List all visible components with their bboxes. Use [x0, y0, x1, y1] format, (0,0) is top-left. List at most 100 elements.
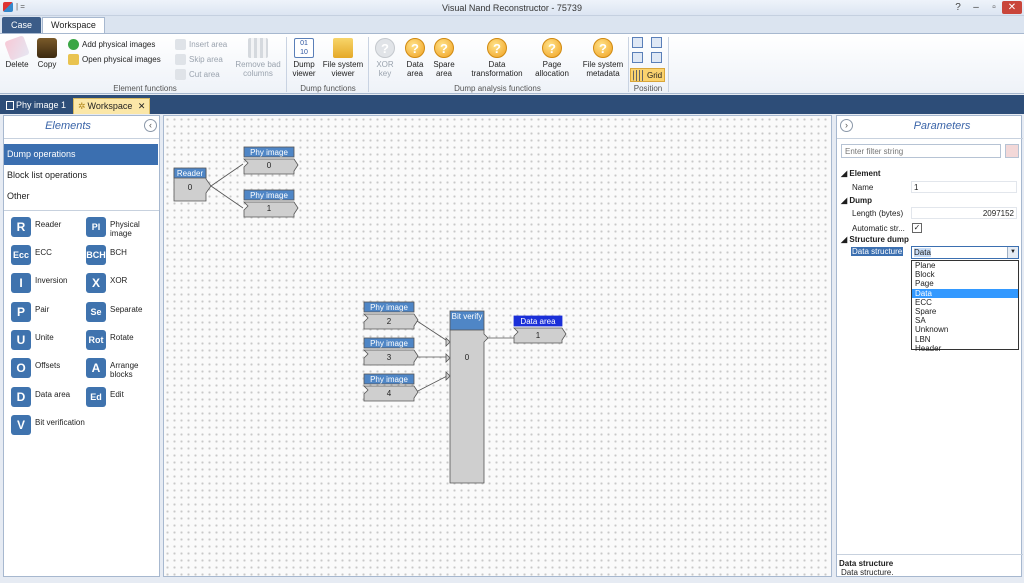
collapse-right-icon[interactable]: ›: [840, 119, 853, 132]
xor-key-button[interactable]: ? XOR key: [370, 38, 400, 78]
option-lbn[interactable]: LBN: [912, 335, 1018, 344]
description-text: Data structure.: [841, 568, 894, 577]
tab-phy-image-1[interactable]: Phy image 1: [2, 98, 70, 114]
section-structure-dump[interactable]: ◢ Structure dump: [841, 235, 909, 244]
pair-badge: P: [11, 302, 31, 322]
add-physical-images-button[interactable]: Add physical images: [68, 38, 155, 52]
cut-area-button[interactable]: Cut area: [175, 68, 220, 82]
phy-node-title: Phy image: [370, 303, 408, 312]
automatic-structure-checkbox[interactable]: ✓: [912, 223, 922, 233]
option-page[interactable]: Page: [912, 279, 1018, 288]
element-pair[interactable]: P Pair: [11, 302, 85, 328]
add-physical-label: Add physical images: [82, 40, 156, 49]
element-reader[interactable]: R Reader: [11, 217, 85, 243]
category-dump-operations[interactable]: Dump operations: [4, 144, 158, 165]
distribute-icon[interactable]: [651, 52, 662, 63]
minimize-button[interactable]: –: [966, 1, 986, 14]
option-plane[interactable]: Plane: [912, 261, 1018, 270]
skip-area-button[interactable]: Skip area: [175, 53, 223, 67]
option-spare[interactable]: Spare: [912, 307, 1018, 316]
data-structure-select[interactable]: Data ▼: [911, 246, 1019, 259]
tab-workspace-doc[interactable]: ✲ Workspace ✕: [73, 98, 151, 114]
insert-area-button[interactable]: Insert area: [175, 38, 227, 52]
separate-badge: Se: [86, 302, 106, 322]
option-block[interactable]: Block: [912, 270, 1018, 279]
close-button[interactable]: ✕: [1002, 1, 1022, 14]
question-icon: ?: [375, 38, 395, 58]
insert-area-label: Insert area: [189, 40, 228, 49]
data-area-button[interactable]: ? Data area: [400, 38, 430, 78]
element-inversion[interactable]: I Inversion: [11, 273, 85, 299]
node-bit-verify[interactable]: Bit verify 0: [445, 310, 489, 484]
option-ecc[interactable]: ECC: [912, 298, 1018, 307]
section-dump[interactable]: ◢ Dump: [841, 196, 872, 205]
element-data-area[interactable]: D Data area: [11, 387, 85, 413]
element-arrange-blocks[interactable]: A Arrange blocks: [86, 358, 160, 384]
node-data-area[interactable]: Data area 1: [513, 315, 567, 344]
element-bit-verification[interactable]: V Bit verification: [11, 415, 85, 441]
element-rotate[interactable]: Rot Rotate: [86, 330, 160, 356]
node-phy-image-4[interactable]: Phy image 4: [363, 373, 419, 402]
node-phy-image-3[interactable]: Phy image 3: [363, 337, 419, 366]
filter-input[interactable]: [841, 144, 1001, 158]
distribute-icon[interactable]: [632, 52, 643, 63]
collapse-left-icon[interactable]: ‹: [144, 119, 157, 132]
fs-metadata-button[interactable]: ? File system metadata: [580, 38, 626, 78]
section-element[interactable]: ◢ Element: [841, 169, 881, 178]
dump-viewer-button[interactable]: 01 10 Dump viewer: [289, 38, 319, 78]
option-unknown[interactable]: Unknown: [912, 325, 1018, 334]
ecc-badge: Ecc: [11, 245, 31, 265]
category-other[interactable]: Other: [4, 186, 158, 207]
element-ecc[interactable]: Ecc ECC: [11, 245, 85, 271]
data-transformation-button[interactable]: ? Data transformation: [466, 38, 528, 78]
copy-button[interactable]: Copy: [32, 38, 62, 69]
phy-node-title: Phy image: [370, 375, 408, 384]
align-icon[interactable]: [632, 37, 643, 48]
element-xor[interactable]: X XOR: [86, 273, 160, 299]
separate-label: Separate: [110, 305, 143, 314]
option-data[interactable]: Data: [912, 288, 1018, 298]
ribbon: Delete Copy Add physical images Open phy…: [0, 33, 1024, 94]
unite-badge: U: [11, 330, 31, 350]
workspace-canvas[interactable]: Reader 0 Phy image 0 Phy image 1 Phy ima…: [163, 115, 832, 577]
element-separate[interactable]: Se Separate: [86, 302, 160, 328]
element-bch[interactable]: BCH BCH: [86, 245, 160, 271]
tab-workspace[interactable]: Workspace: [42, 17, 105, 33]
help-icon[interactable]: ?: [948, 1, 968, 14]
length-field[interactable]: 2097152: [911, 207, 1017, 219]
align-icon[interactable]: [651, 37, 662, 48]
option-sa[interactable]: SA: [912, 316, 1018, 325]
option-header[interactable]: Header: [912, 344, 1018, 353]
remove-bad-label: Remove bad columns: [235, 60, 281, 78]
title-bar: | = Visual Nand Reconstructor - 75739 ? …: [0, 0, 1024, 16]
remove-bad-columns-button[interactable]: Remove bad columns: [233, 38, 283, 78]
parameters-title: Parameters: [913, 120, 971, 132]
file-system-viewer-button[interactable]: File system viewer: [322, 38, 364, 78]
name-field[interactable]: 1: [911, 181, 1017, 193]
delete-button[interactable]: Delete: [2, 35, 32, 69]
node-reader[interactable]: Reader 0: [173, 167, 212, 202]
chevron-down-icon[interactable]: ▼: [1007, 247, 1018, 258]
element-offsets[interactable]: O Offsets: [11, 358, 85, 384]
category-block-list-operations[interactable]: Block list operations: [4, 165, 158, 186]
clear-filter-icon[interactable]: [1005, 144, 1019, 158]
inversion-label: Inversion: [35, 276, 68, 285]
open-physical-images-button[interactable]: Open physical images: [68, 53, 161, 67]
physical-image-label: Physical image: [110, 220, 140, 238]
bit-verify-title-text: Bit verify: [452, 312, 483, 321]
grid-toggle-button[interactable]: Grid: [630, 68, 665, 82]
element-edit[interactable]: Ed Edit: [86, 387, 160, 413]
node-phy-image-2[interactable]: Phy image 2: [363, 301, 419, 330]
element-unite[interactable]: U Unite: [11, 330, 85, 356]
element-physical-image[interactable]: PI Physical image: [86, 217, 160, 243]
spare-area-button[interactable]: ? Spare area: [429, 38, 459, 78]
phy-node-value: 0: [267, 161, 272, 170]
physical-image-badge: PI: [86, 217, 106, 237]
maximize-button[interactable]: ▫: [984, 1, 1004, 14]
tab-case[interactable]: Case: [2, 17, 42, 33]
close-tab-icon[interactable]: ✕: [138, 101, 146, 111]
page-allocation-button[interactable]: ? Page allocation: [530, 38, 574, 78]
section-element-label: Element: [849, 169, 881, 178]
node-phy-image-0[interactable]: Phy image 0: [243, 146, 299, 175]
node-phy-image-1[interactable]: Phy image 1: [243, 189, 299, 218]
